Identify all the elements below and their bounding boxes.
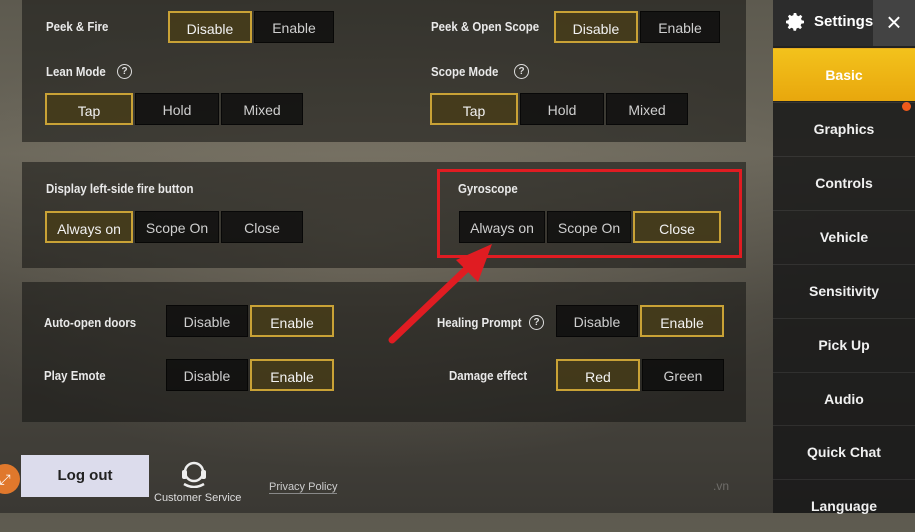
damage-effect-selector: Red Green [556, 359, 726, 391]
peek-open-scope-enable-option[interactable]: Enable [640, 11, 720, 43]
damage-effect-red-option[interactable]: Red [556, 359, 640, 391]
sidebar-item-pick-up[interactable]: Pick Up [773, 318, 915, 371]
peek-open-scope-label: Peek & Open Scope [431, 19, 540, 34]
auto-open-doors-disable-option[interactable]: Disable [166, 305, 248, 337]
play-emote-disable-option[interactable]: Disable [166, 359, 248, 391]
scope-mode-tap-option[interactable]: Tap [430, 93, 518, 125]
pointer-arrow-icon [388, 244, 492, 344]
lean-mode-label: Lean Mode [46, 64, 106, 79]
healing-prompt-disable-option[interactable]: Disable [556, 305, 638, 337]
left-fire-close-option[interactable]: Close [221, 211, 303, 243]
peek-fire-enable-option[interactable]: Enable [254, 11, 334, 43]
play-emote-label: Play Emote [44, 368, 106, 383]
left-fire-selector: Always on Scope On Close [45, 211, 305, 243]
watermark-text: .vn [713, 479, 730, 493]
peek-fire-disable-option[interactable]: Disable [168, 11, 252, 43]
peek-open-scope-toggle: Disable Enable [554, 11, 722, 43]
sidebar-title: Settings [814, 13, 874, 30]
left-fire-always-on-option[interactable]: Always on [45, 211, 133, 243]
headset-icon[interactable] [178, 458, 210, 488]
left-fire-label: Display left-side fire button [46, 181, 194, 196]
sidebar-item-sensitivity[interactable]: Sensitivity [773, 264, 915, 317]
auto-open-doors-enable-option[interactable]: Enable [250, 305, 334, 337]
left-fire-scope-on-option[interactable]: Scope On [135, 211, 219, 243]
healing-prompt-help-icon[interactable]: ? [529, 315, 544, 330]
close-icon[interactable]: × [873, 0, 915, 46]
lean-mode-help-icon[interactable]: ? [117, 64, 132, 79]
sidebar-item-controls[interactable]: Controls [773, 156, 915, 209]
lean-mode-hold-option[interactable]: Hold [135, 93, 219, 125]
damage-effect-green-option[interactable]: Green [642, 359, 724, 391]
customer-service-link[interactable]: Customer Service [154, 492, 241, 504]
peek-open-scope-disable-option[interactable]: Disable [554, 11, 638, 43]
sidebar-header: Settings × [773, 0, 915, 46]
peek-fire-label: Peek & Fire [46, 19, 109, 34]
logout-button[interactable]: Log out [21, 455, 149, 497]
auto-open-doors-label: Auto-open doors [44, 315, 137, 330]
sidebar-item-audio[interactable]: Audio [773, 372, 915, 425]
peek-fire-toggle: Disable Enable [168, 11, 336, 43]
gear-icon [786, 13, 804, 31]
sidebar-item-vehicle[interactable]: Vehicle [773, 210, 915, 263]
scope-mode-selector: Tap Hold Mixed [430, 93, 690, 125]
damage-effect-label: Damage effect [449, 368, 528, 383]
scope-mode-label: Scope Mode [431, 64, 499, 79]
play-emote-toggle: Disable Enable [166, 359, 336, 391]
healing-prompt-enable-option[interactable]: Enable [640, 305, 724, 337]
lean-mode-selector: Tap Hold Mixed [45, 93, 305, 125]
healing-prompt-toggle: Disable Enable [556, 305, 726, 337]
play-emote-enable-option[interactable]: Enable [250, 359, 334, 391]
lean-mode-mixed-option[interactable]: Mixed [221, 93, 303, 125]
privacy-policy-link[interactable]: Privacy Policy [269, 481, 338, 494]
sidebar-item-graphics[interactable]: Graphics [773, 102, 915, 155]
lean-mode-tap-option[interactable]: Tap [45, 93, 133, 125]
settings-sidebar: Settings × Basic Graphics Controls Vehic… [773, 0, 915, 514]
scope-mode-hold-option[interactable]: Hold [520, 93, 604, 125]
auto-open-doors-toggle: Disable Enable [166, 305, 336, 337]
scope-mode-help-icon[interactable]: ? [514, 64, 529, 79]
sidebar-item-language[interactable]: Language [773, 479, 915, 532]
sidebar-item-basic[interactable]: Basic [773, 48, 915, 101]
scope-mode-mixed-option[interactable]: Mixed [606, 93, 688, 125]
sidebar-item-quick-chat[interactable]: Quick Chat [773, 425, 915, 478]
